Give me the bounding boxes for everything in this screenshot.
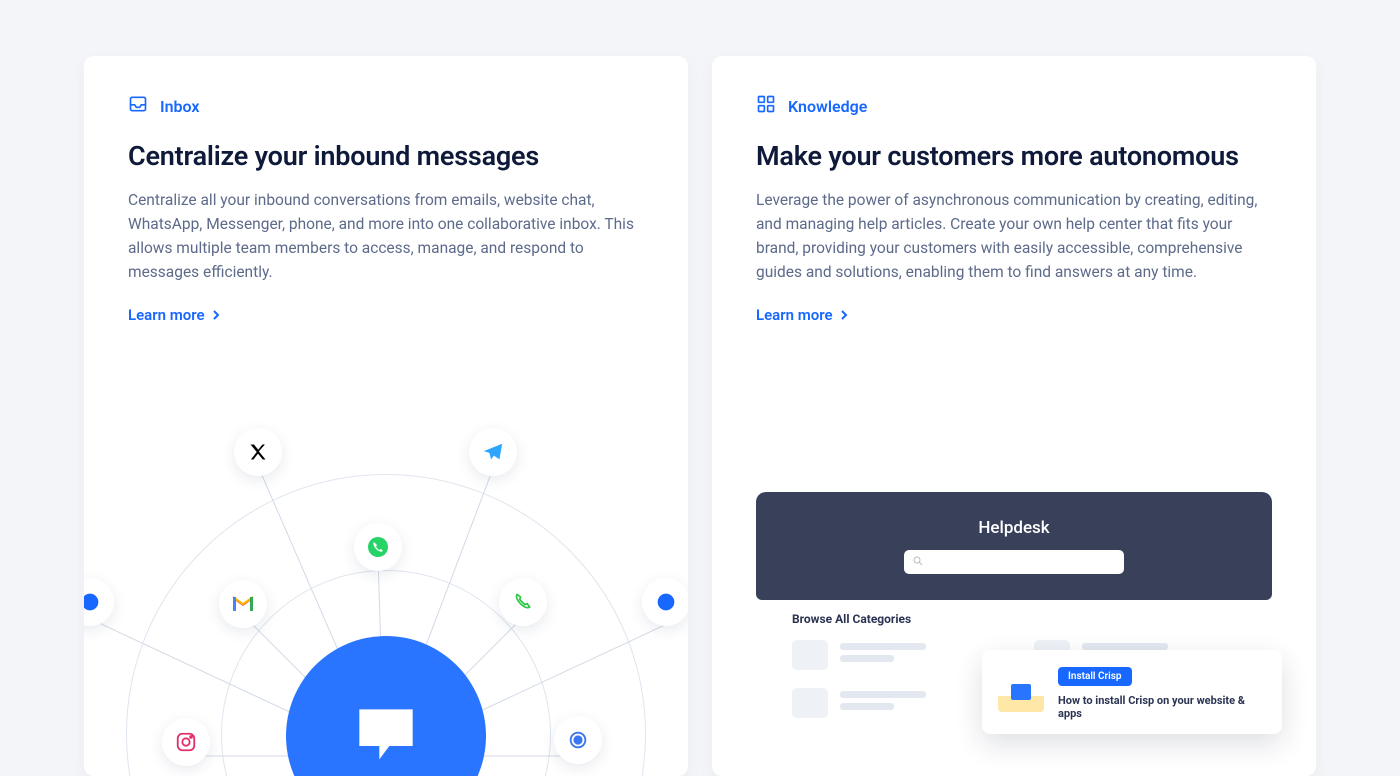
x-icon <box>234 428 282 476</box>
helpdesk-search <box>904 550 1124 574</box>
inbox-learn-label: Learn more <box>128 306 205 324</box>
article-thumb-icon <box>998 672 1044 712</box>
browse-categories-label: Browse All Categories <box>756 612 1272 626</box>
knowledge-tag-label: Knowledge <box>788 97 867 116</box>
chevron-right-icon <box>211 306 221 324</box>
search-icon <box>912 552 924 572</box>
helpdesk-title: Helpdesk <box>978 518 1049 538</box>
knowledge-illustration: Helpdesk Browse All Categories <box>756 492 1272 776</box>
knowledge-icon <box>756 94 776 118</box>
knowledge-card: Knowledge Make your customers more auton… <box>712 56 1316 776</box>
helpdesk-header: Helpdesk <box>756 492 1272 600</box>
inbox-description: Centralize all your inbound conversation… <box>128 188 644 284</box>
knowledge-heading: Make your customers more autonomous <box>756 140 1272 172</box>
knowledge-learn-more-link[interactable]: Learn more <box>756 306 849 324</box>
chevron-right-icon <box>839 306 849 324</box>
inbox-illustration <box>84 406 688 776</box>
inbox-card: Inbox Centralize your inbound messages C… <box>84 56 688 776</box>
whatsapp-icon <box>354 523 402 571</box>
signal-icon <box>554 716 602 764</box>
phone-icon <box>499 578 547 626</box>
inbox-tag-label: Inbox <box>160 97 200 116</box>
telegram-icon <box>469 428 517 476</box>
knowledge-tag: Knowledge <box>756 94 1272 118</box>
article-title: How to install Crisp on your website & a… <box>1058 694 1266 720</box>
category-item <box>792 640 994 670</box>
inbox-heading: Centralize your inbound messages <box>128 140 644 172</box>
category-item <box>792 688 994 718</box>
knowledge-description: Leverage the power of asynchronous commu… <box>756 188 1272 284</box>
inbox-icon <box>128 94 148 118</box>
article-popup: Install Crisp How to install Crisp on yo… <box>982 650 1282 734</box>
knowledge-learn-label: Learn more <box>756 306 833 324</box>
gmail-icon <box>219 580 267 628</box>
instagram-icon <box>162 718 210 766</box>
inbox-tag: Inbox <box>128 94 644 118</box>
install-crisp-chip: Install Crisp <box>1058 667 1132 686</box>
messenger-right-icon <box>642 578 688 626</box>
inbox-learn-more-link[interactable]: Learn more <box>128 306 221 324</box>
